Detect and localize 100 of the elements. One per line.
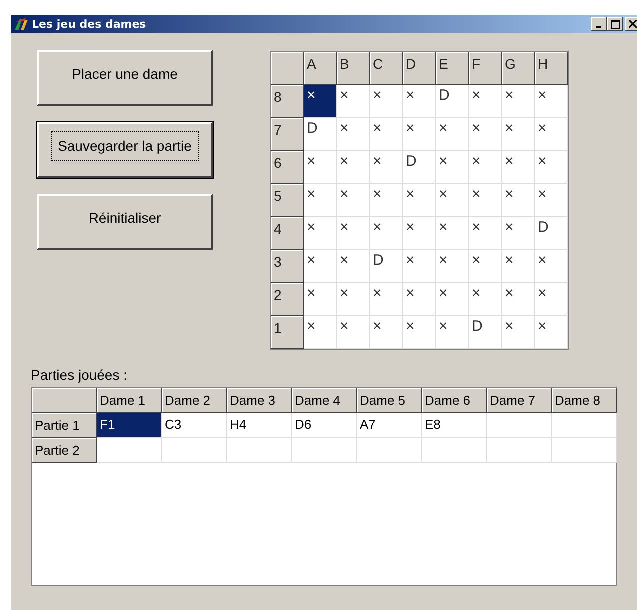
- table-cell[interactable]: [357, 438, 422, 463]
- row-header: 3: [271, 250, 304, 283]
- board-cell[interactable]: ×: [436, 151, 469, 184]
- board-cell[interactable]: ×: [403, 283, 436, 316]
- column-header: Dame 5: [357, 388, 422, 413]
- table-cell[interactable]: E8: [422, 413, 487, 438]
- board-cell[interactable]: ×: [469, 217, 502, 250]
- board-cell[interactable]: ×: [436, 184, 469, 217]
- board-cell[interactable]: ×: [370, 283, 403, 316]
- board-cell[interactable]: ×: [304, 151, 337, 184]
- table-cell[interactable]: A7: [357, 413, 422, 438]
- board-cell[interactable]: ×: [337, 217, 370, 250]
- maximize-icon: [610, 20, 620, 28]
- board-cell[interactable]: ×: [436, 250, 469, 283]
- board-cell[interactable]: ×: [535, 283, 568, 316]
- board-cell[interactable]: ×: [535, 316, 568, 349]
- board-cell[interactable]: ×: [370, 217, 403, 250]
- board-cell[interactable]: ×: [535, 118, 568, 151]
- action-button[interactable]: Sauvegarder la partie: [37, 122, 213, 178]
- table-cell[interactable]: H4: [227, 413, 292, 438]
- board-cell[interactable]: ×: [535, 85, 568, 118]
- app-icon: [13, 17, 29, 31]
- column-header: G: [502, 52, 535, 85]
- board-cell[interactable]: ×: [403, 118, 436, 151]
- board-cell[interactable]: ×: [304, 250, 337, 283]
- table-cell[interactable]: [292, 438, 357, 463]
- board-cell[interactable]: ×: [502, 118, 535, 151]
- column-header: H: [535, 52, 568, 85]
- board-cell[interactable]: ×: [337, 151, 370, 184]
- board-cell[interactable]: D: [370, 250, 403, 283]
- games-label: Parties jouées :: [31, 367, 128, 385]
- board-cell[interactable]: ×: [370, 316, 403, 349]
- table-cell[interactable]: C3: [162, 413, 227, 438]
- board-cell[interactable]: ×: [502, 316, 535, 349]
- board-cell[interactable]: ×: [502, 250, 535, 283]
- column-header: Dame 7: [487, 388, 552, 413]
- table-cell[interactable]: [552, 413, 617, 438]
- board-cell[interactable]: ×: [469, 151, 502, 184]
- board-cell[interactable]: D: [469, 316, 502, 349]
- minimize-button[interactable]: [591, 17, 607, 31]
- board-cell[interactable]: ×: [502, 151, 535, 184]
- action-button[interactable]: Placer une dame: [37, 50, 213, 106]
- board-cell[interactable]: ×: [403, 85, 436, 118]
- board-cell[interactable]: ×: [304, 316, 337, 349]
- board-cell[interactable]: ×: [304, 184, 337, 217]
- board-cell[interactable]: ×: [469, 250, 502, 283]
- board-cell[interactable]: ×: [403, 316, 436, 349]
- close-button[interactable]: [625, 17, 637, 31]
- table-cell[interactable]: [97, 438, 162, 463]
- row-header: 6: [271, 151, 304, 184]
- board-cell[interactable]: ×: [403, 217, 436, 250]
- board-cell[interactable]: ×: [337, 316, 370, 349]
- table-cell[interactable]: [227, 438, 292, 463]
- row-header: Partie 1: [32, 413, 97, 438]
- table-cell[interactable]: F1: [97, 413, 162, 438]
- board-cell[interactable]: D: [304, 118, 337, 151]
- table-cell[interactable]: D6: [292, 413, 357, 438]
- table-cell[interactable]: [552, 438, 617, 463]
- board-cell[interactable]: ×: [337, 283, 370, 316]
- column-header: Dame 3: [227, 388, 292, 413]
- column-header: Dame 2: [162, 388, 227, 413]
- board-cell[interactable]: ×: [337, 85, 370, 118]
- board-cell[interactable]: ×: [535, 250, 568, 283]
- board-cell[interactable]: ×: [304, 283, 337, 316]
- board-cell[interactable]: ×: [469, 283, 502, 316]
- board-cell[interactable]: ×: [502, 283, 535, 316]
- table-cell[interactable]: [162, 438, 227, 463]
- board-cell[interactable]: ×: [370, 184, 403, 217]
- table-cell[interactable]: [487, 438, 552, 463]
- board-cell[interactable]: ×: [304, 85, 337, 118]
- board-cell[interactable]: ×: [535, 151, 568, 184]
- column-header: E: [436, 52, 469, 85]
- board-cell[interactable]: ×: [502, 85, 535, 118]
- table-cell[interactable]: [422, 438, 487, 463]
- board-cell[interactable]: ×: [403, 250, 436, 283]
- board-cell[interactable]: ×: [304, 217, 337, 250]
- board-cell[interactable]: ×: [502, 217, 535, 250]
- board-cell[interactable]: ×: [370, 85, 403, 118]
- board-cell[interactable]: ×: [436, 316, 469, 349]
- board-cell[interactable]: ×: [370, 118, 403, 151]
- board-cell[interactable]: ×: [337, 118, 370, 151]
- board-cell[interactable]: ×: [436, 217, 469, 250]
- board-cell[interactable]: ×: [502, 184, 535, 217]
- board-cell[interactable]: ×: [469, 85, 502, 118]
- board-cell[interactable]: ×: [535, 184, 568, 217]
- board-cell[interactable]: ×: [370, 151, 403, 184]
- board-cell[interactable]: ×: [436, 118, 469, 151]
- board-cell[interactable]: ×: [469, 184, 502, 217]
- action-button[interactable]: Réinitialiser: [37, 194, 213, 250]
- board-cell[interactable]: ×: [337, 184, 370, 217]
- board-cell[interactable]: D: [436, 85, 469, 118]
- board-cell[interactable]: D: [535, 217, 568, 250]
- board-cell[interactable]: ×: [403, 184, 436, 217]
- maximize-button[interactable]: [607, 17, 623, 31]
- window-title: Les jeu des dames: [32, 18, 146, 30]
- table-cell[interactable]: [487, 413, 552, 438]
- board-cell[interactable]: D: [403, 151, 436, 184]
- board-cell[interactable]: ×: [469, 118, 502, 151]
- board-cell[interactable]: ×: [337, 250, 370, 283]
- board-cell[interactable]: ×: [436, 283, 469, 316]
